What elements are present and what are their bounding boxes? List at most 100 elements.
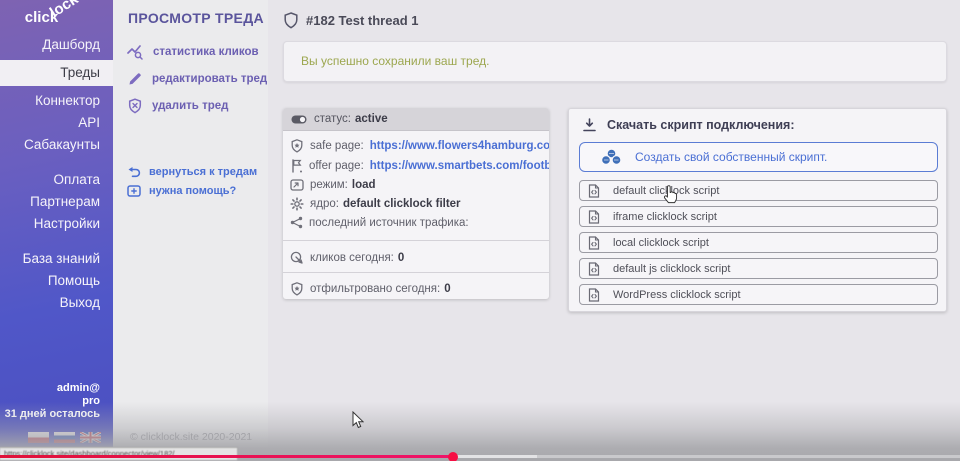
account-plan: pro xyxy=(5,395,100,408)
file-code-icon xyxy=(588,262,600,276)
sidebar-item-api[interactable]: API xyxy=(0,112,113,134)
progress-played xyxy=(0,455,453,458)
download-icon xyxy=(583,118,596,132)
sidebar-item-logout[interactable]: Выход xyxy=(0,292,113,314)
offer-page-label: offer page: xyxy=(309,160,364,172)
click-stats-label: статистика кликов xyxy=(153,46,259,58)
scripts-card-header: Скачать скрипт подключения: xyxy=(583,118,795,132)
sidebar-item-subaccounts[interactable]: Сабакаунты xyxy=(0,134,113,156)
status-header: статус: active xyxy=(283,108,549,131)
clicks-today-value: 0 xyxy=(398,252,404,264)
shield-star-icon xyxy=(290,139,304,153)
sidebar-item-threads[interactable]: Треды xyxy=(0,60,113,86)
clicks-today-label: кликов сегодня: xyxy=(310,252,394,264)
status-label: статус: xyxy=(314,113,351,125)
create-custom-script-label: Создать свой собственный скрипт. xyxy=(635,150,827,164)
sidebar-item-payment[interactable]: Оплата xyxy=(0,169,113,191)
need-help-link[interactable]: нужна помощь? xyxy=(127,185,236,197)
stats-icon xyxy=(127,44,144,60)
gear-icon xyxy=(290,197,304,211)
default-js-script-button[interactable]: default js clicklock script xyxy=(579,258,938,279)
language-switcher xyxy=(28,432,101,443)
sidebar-item-help[interactable]: Помощь xyxy=(0,270,113,292)
uk-flag-icon[interactable] xyxy=(80,432,101,443)
back-to-threads-link[interactable]: вернуться к тредам xyxy=(127,166,257,178)
sidebar: clicklock Дашборд Треды Коннектор API Са… xyxy=(0,0,113,447)
panel-title: ПРОСМОТР ТРЕДА xyxy=(128,10,264,26)
wordpress-script-button[interactable]: WordPress clicklock script xyxy=(579,284,938,305)
sidebar-item-connector[interactable]: Коннектор xyxy=(0,90,113,112)
mode-label: режим: xyxy=(310,179,348,191)
offer-page-link[interactable]: https://www.smartbets.com/football/tea..… xyxy=(370,160,549,172)
click-stats-action[interactable]: статистика кликов xyxy=(127,44,259,60)
thread-header: #182 Test thread 1 xyxy=(284,12,418,29)
sidebar-item-dashboard[interactable]: Дашборд xyxy=(0,34,113,56)
offer-page-row: offer page: https://www.smartbets.com/fo… xyxy=(283,156,549,175)
edit-icon xyxy=(127,71,143,87)
click-icon xyxy=(290,251,304,265)
mouse-arrow-cursor xyxy=(352,411,364,429)
help-box-icon xyxy=(127,185,141,197)
file-code-icon xyxy=(588,288,600,302)
filtered-today-row: отфильтровано сегодня: 0 xyxy=(283,279,549,298)
sidebar-item-knowledge-base[interactable]: База знаний xyxy=(0,248,113,270)
safe-page-link[interactable]: https://www.flowers4hamburg.com/ xyxy=(370,140,549,152)
divider xyxy=(283,272,549,273)
sidebar-item-settings[interactable]: Настройки xyxy=(0,213,113,235)
shield-icon xyxy=(284,12,298,29)
cluster-icon xyxy=(600,148,623,166)
file-code-icon xyxy=(588,210,600,224)
core-value: default clicklock filter xyxy=(343,198,461,210)
download-scripts-card: Скачать скрипт подключения: Создать свой… xyxy=(568,108,947,312)
thread-view-panel: ПРОСМОТР ТРЕДА статистика кликов редакти… xyxy=(113,0,268,447)
core-row: ядро: default clicklock filter xyxy=(283,194,549,213)
last-traffic-source-row: последний источник трафика: xyxy=(283,213,549,232)
iframe-script-button[interactable]: iframe clicklock script xyxy=(579,206,938,227)
share-icon xyxy=(290,216,303,229)
mode-value: load xyxy=(352,179,376,191)
local-script-label: local clicklock script xyxy=(613,237,709,249)
filtered-today-label: отфильтровано сегодня: xyxy=(310,283,440,295)
safe-page-label: safe page: xyxy=(310,140,364,152)
russia-flag-icon[interactable] xyxy=(54,432,75,443)
copyright-text: © clicklock.site 2020-2021 xyxy=(130,431,252,443)
delete-shield-icon xyxy=(127,98,143,114)
undo-icon xyxy=(127,167,141,178)
scripts-card-title: Скачать скрипт подключения: xyxy=(607,118,795,132)
edit-thread-action[interactable]: редактировать тред xyxy=(127,71,267,87)
back-to-threads-label: вернуться к тредам xyxy=(149,166,257,178)
local-script-button[interactable]: local clicklock script xyxy=(579,232,938,253)
default-js-script-label: default js clicklock script xyxy=(613,263,730,275)
default-script-button[interactable]: default clicklock script xyxy=(579,180,938,201)
create-custom-script-button[interactable]: Создать свой собственный скрипт. xyxy=(579,142,938,172)
core-label: ядро: xyxy=(310,198,339,210)
last-traffic-source-label: последний источник трафика: xyxy=(309,217,469,229)
default-script-label: default clicklock script xyxy=(613,185,719,197)
page-title: #182 Test thread 1 xyxy=(306,13,418,28)
safe-page-row: safe page: https://www.flowers4hamburg.c… xyxy=(283,136,549,155)
success-alert: Вы успешно сохранили ваш тред. xyxy=(283,41,947,82)
file-code-icon xyxy=(588,184,600,198)
toggle-icon xyxy=(291,115,307,124)
app-window: clicklock Дашборд Треды Коннектор API Са… xyxy=(0,0,960,461)
thread-status-card: статус: active safe page: https://www.fl… xyxy=(283,108,549,299)
wordpress-script-label: WordPress clicklock script xyxy=(613,289,741,301)
mode-icon xyxy=(290,179,304,191)
delete-thread-label: удалить тред xyxy=(152,100,228,112)
edit-thread-label: редактировать тред xyxy=(152,73,267,85)
progress-scrubber[interactable] xyxy=(448,452,458,461)
divider xyxy=(283,240,549,241)
file-code-icon xyxy=(588,236,600,250)
clicks-today-row: кликов сегодня: 0 xyxy=(283,248,549,267)
sidebar-item-partners[interactable]: Партнерам xyxy=(0,191,113,213)
status-value: active xyxy=(355,113,388,125)
flag-icon xyxy=(290,159,303,173)
poland-flag-icon[interactable] xyxy=(28,432,49,443)
mode-row: режим: load xyxy=(283,175,549,194)
account-email: admin@ xyxy=(5,382,100,395)
iframe-script-label: iframe clicklock script xyxy=(613,211,717,223)
video-progress-bar[interactable] xyxy=(0,454,960,461)
filter-shield-icon xyxy=(290,282,304,296)
need-help-label: нужна помощь? xyxy=(149,185,236,197)
delete-thread-action[interactable]: удалить тред xyxy=(127,98,228,114)
